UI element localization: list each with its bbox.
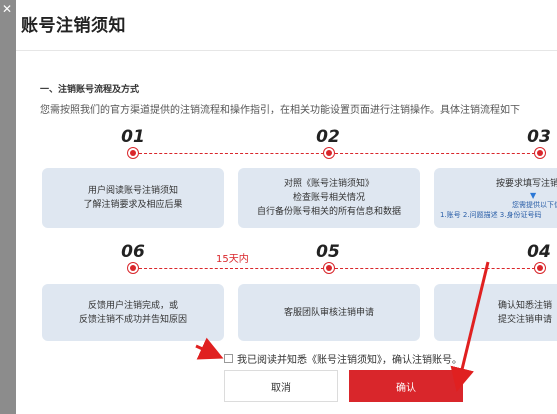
step-number-05: 05: [316, 242, 340, 262]
timeline-node: [323, 262, 335, 274]
step-number-01: 01: [121, 127, 145, 147]
step-box-03: 按要求填写注销 ▼ 您需提供以下信 1.账号 2.问题描述 3.身份证号码: [434, 168, 557, 228]
close-icon[interactable]: ✕: [2, 2, 12, 16]
agreement-text: 我已阅读并知悉《账号注销须知》，确认注销账号。: [237, 355, 462, 366]
step-text: 对照《账号注销须知》: [283, 179, 374, 189]
timeline-connector: [335, 153, 535, 154]
step-text: 反馈用户注销完成，或: [87, 300, 178, 311]
timeline-connector: [335, 268, 535, 269]
step-number-06: 06: [121, 242, 145, 262]
step-box-02: 对照《账号注销须知》 检查账号相关情况 自行备份账号相关的所有信息和数据: [238, 168, 420, 228]
step-number-03: 03: [527, 127, 551, 147]
dim-overlay: ✕: [0, 0, 16, 414]
agreement-checkbox[interactable]: [224, 354, 233, 363]
step-number-04: 04: [527, 242, 551, 262]
step-box-06: 反馈用户注销完成，或 反馈注销不成功并告知原因: [42, 284, 224, 341]
step-text: 用户阅读账号注销须知: [87, 186, 178, 196]
step-subtext: 1.账号 2.问题描述 3.身份证号码: [440, 210, 542, 219]
step-text: 检查账号相关情况: [292, 193, 365, 203]
arrow-down-icon: ▼: [530, 190, 537, 200]
step-box-05: 客服团队审核注销申请: [238, 284, 420, 341]
agreement-row[interactable]: 我已阅读并知悉《账号注销须知》，确认注销账号。: [224, 351, 462, 366]
step-text: 提交注销申请: [498, 314, 553, 325]
step-text: 了解注销要求及相应后果: [83, 200, 183, 210]
dialog-title: 账号注销须知: [21, 16, 126, 36]
step-box-04: 确认知悉注销 提交注销申请: [434, 284, 557, 341]
step-text: 确认知悉注销: [498, 300, 553, 311]
confirm-button[interactable]: 确认: [349, 370, 463, 402]
section-title: 一、注销账号流程及方式: [40, 85, 140, 95]
step-box-01: 用户阅读账号注销须知 了解注销要求及相应后果: [42, 168, 224, 228]
timeline-node: [127, 147, 139, 159]
timeline-node: [534, 147, 546, 159]
step-text: 自行备份账号相关的所有信息和数据: [256, 207, 401, 217]
timeline-connector: [139, 153, 329, 154]
dialog-header: 账号注销须知: [16, 0, 557, 51]
timeline-node: [534, 262, 546, 274]
timeline-node: [127, 262, 139, 274]
step-text: 客服团队审核注销申请: [283, 307, 374, 318]
step-number-02: 02: [316, 127, 340, 147]
timeline-node: [323, 147, 335, 159]
account-cancellation-dialog: 账号注销须知 一、注销账号流程及方式 您需按照我们的官方渠道提供的注销流程和操作…: [16, 0, 557, 414]
timeline-connector: [139, 268, 329, 269]
step-subtext: 您需提供以下信: [512, 200, 557, 209]
step-text: 按要求填写注销: [496, 178, 557, 189]
process-description: 您需按照我们的官方渠道提供的注销流程和操作指引，在相关功能设置页面进行注销操作。…: [40, 105, 520, 116]
within-15-days-note: 15天内: [216, 254, 249, 265]
step-text: 反馈注销不成功并告知原因: [78, 314, 187, 325]
cancel-button[interactable]: 取消: [224, 370, 338, 402]
